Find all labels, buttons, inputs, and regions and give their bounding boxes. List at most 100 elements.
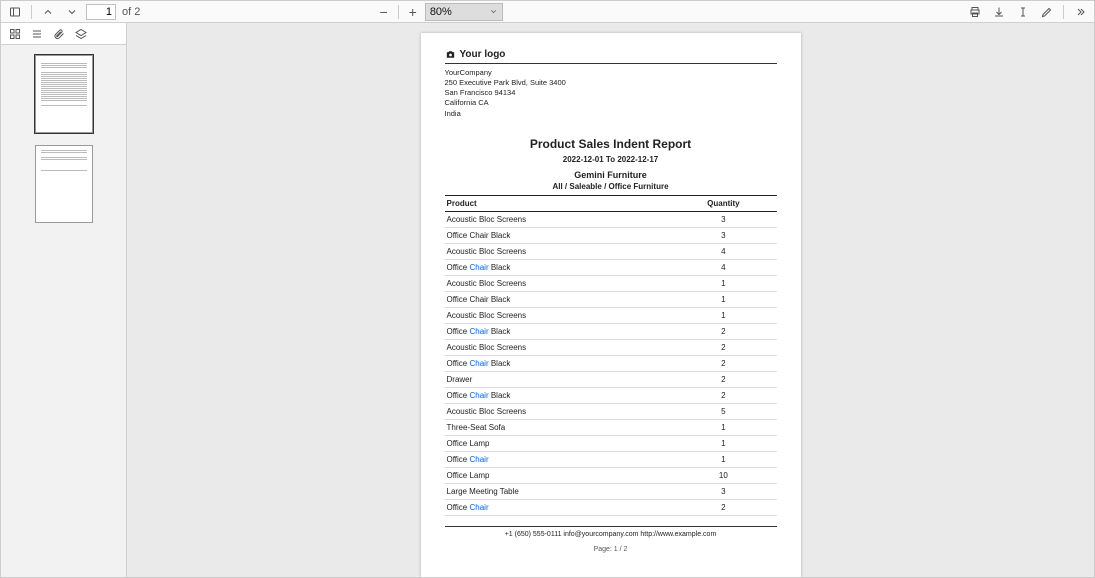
cell-quantity: 2	[670, 355, 776, 371]
cell-product: Office Chair	[445, 451, 671, 467]
thumbnail-page-1[interactable]	[35, 55, 93, 133]
page-of-label: of 2	[122, 6, 140, 18]
table-row: Acoustic Bloc Screens1	[445, 307, 777, 323]
product-link[interactable]: Chair	[469, 359, 488, 368]
download-icon[interactable]	[989, 3, 1009, 21]
cell-quantity: 5	[670, 403, 776, 419]
col-quantity: Quantity	[670, 195, 776, 211]
layers-icon[interactable]	[71, 25, 91, 43]
table-row: Acoustic Bloc Screens5	[445, 403, 777, 419]
cell-product: Large Meeting Table	[445, 483, 671, 499]
table-row: Office Chair Black3	[445, 227, 777, 243]
table-row: Office Chair2	[445, 499, 777, 515]
thumbnail-list	[1, 45, 126, 577]
product-link[interactable]: Chair	[469, 391, 488, 400]
cell-product: Office Chair Black	[445, 387, 671, 403]
table-row: Large Meeting Table3	[445, 483, 777, 499]
cell-product: Acoustic Bloc Screens	[445, 211, 671, 227]
product-link[interactable]: Chair	[469, 327, 488, 336]
table-row: Office Chair Black2	[445, 355, 777, 371]
cell-quantity: 4	[670, 259, 776, 275]
page-number-input[interactable]	[86, 4, 116, 20]
company-logo: Your logo	[445, 49, 777, 60]
report-table: Product Quantity Acoustic Bloc Screens3O…	[445, 195, 777, 516]
prev-page-icon[interactable]	[38, 3, 58, 21]
table-row: Office Chair Black2	[445, 387, 777, 403]
cell-quantity: 2	[670, 323, 776, 339]
product-link[interactable]: Chair	[469, 263, 488, 272]
cell-quantity: 2	[670, 499, 776, 515]
report-page-number: Page: 1 / 2	[445, 546, 777, 553]
company-addr4: India	[445, 109, 777, 119]
cell-product: Office Lamp	[445, 467, 671, 483]
product-link[interactable]: Chair	[469, 503, 488, 512]
table-row: Office Chair1	[445, 451, 777, 467]
cell-product: Office Chair Black	[445, 323, 671, 339]
zoom-value: 80%	[430, 6, 452, 18]
sidebar	[1, 23, 127, 577]
table-row: Acoustic Bloc Screens1	[445, 275, 777, 291]
next-page-icon[interactable]	[62, 3, 82, 21]
zoom-in-button[interactable]: +	[405, 5, 421, 19]
cell-product: Office Chair	[445, 499, 671, 515]
table-row: Three-Seat Sofa1	[445, 419, 777, 435]
cell-product: Acoustic Bloc Screens	[445, 275, 671, 291]
cell-product: Acoustic Bloc Screens	[445, 339, 671, 355]
body: Your logo YourCompany 250 Executive Park…	[1, 23, 1094, 577]
cell-product: Office Chair Black	[445, 259, 671, 275]
company-name: YourCompany	[445, 68, 777, 78]
table-row: Acoustic Bloc Screens4	[445, 243, 777, 259]
cell-product: Office Chair Black	[445, 227, 671, 243]
thumbnail-page-2[interactable]	[35, 145, 93, 223]
table-row: Acoustic Bloc Screens3	[445, 211, 777, 227]
outline-view-icon[interactable]	[27, 25, 47, 43]
cell-product: Three-Seat Sofa	[445, 419, 671, 435]
cell-quantity: 10	[670, 467, 776, 483]
cell-quantity: 3	[670, 483, 776, 499]
cell-quantity: 1	[670, 435, 776, 451]
product-link[interactable]: Chair	[469, 455, 488, 464]
separator	[31, 5, 32, 19]
camera-icon	[445, 49, 456, 60]
cell-quantity: 1	[670, 307, 776, 323]
col-product: Product	[445, 195, 671, 211]
print-icon[interactable]	[965, 3, 985, 21]
more-icon[interactable]	[1070, 3, 1090, 21]
page-1: Your logo YourCompany 250 Executive Park…	[421, 33, 801, 577]
cell-quantity: 3	[670, 211, 776, 227]
pdf-viewer-app: of 2 − + 80%	[0, 0, 1095, 578]
cell-product: Office Lamp	[445, 435, 671, 451]
cell-quantity: 3	[670, 227, 776, 243]
cell-product: Acoustic Bloc Screens	[445, 307, 671, 323]
table-row: Office Chair Black4	[445, 259, 777, 275]
logo-text: Your logo	[460, 49, 506, 60]
cell-product: Acoustic Bloc Screens	[445, 403, 671, 419]
table-row: Office Chair Black2	[445, 323, 777, 339]
attachments-icon[interactable]	[49, 25, 69, 43]
cell-product: Office Chair Black	[445, 355, 671, 371]
thumbnails-view-icon[interactable]	[5, 25, 25, 43]
report-partner: Gemini Furniture	[445, 170, 777, 180]
company-address: YourCompany 250 Executive Park Blvd, Sui…	[445, 68, 777, 119]
panel-toggle-icon[interactable]	[5, 3, 25, 21]
sidebar-tools	[1, 23, 126, 45]
zoom-out-button[interactable]: −	[375, 5, 391, 19]
table-row: Office Lamp1	[445, 435, 777, 451]
header-rule	[445, 63, 777, 64]
table-row: Acoustic Bloc Screens2	[445, 339, 777, 355]
report-title: Product Sales Indent Report	[445, 137, 777, 151]
report-footer: +1 (650) 555-0111 info@yourcompany.com h…	[445, 526, 777, 538]
zoom-select[interactable]: 80%	[425, 3, 503, 21]
cell-quantity: 2	[670, 371, 776, 387]
document-viewport[interactable]: Your logo YourCompany 250 Executive Park…	[127, 23, 1094, 577]
cell-quantity: 2	[670, 339, 776, 355]
company-addr1: 250 Executive Park Blvd, Suite 3400	[445, 78, 777, 88]
separator	[1063, 5, 1064, 19]
zoom-controls: − + 80%	[375, 3, 502, 21]
draw-icon[interactable]	[1037, 3, 1057, 21]
cell-quantity: 2	[670, 387, 776, 403]
report-date-range: 2022-12-01 To 2022-12-17	[445, 155, 777, 164]
text-select-icon[interactable]	[1013, 3, 1033, 21]
cell-product: Office Chair Black	[445, 291, 671, 307]
company-addr2: San Francisco 94134	[445, 88, 777, 98]
